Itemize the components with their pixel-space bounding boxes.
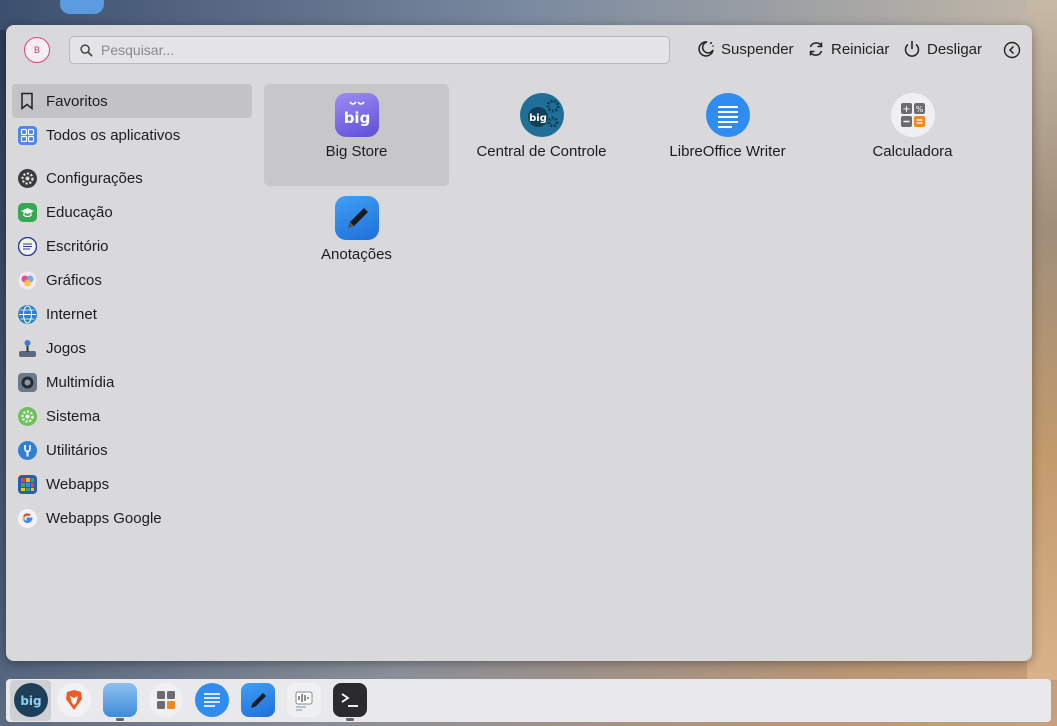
svg-text:big: big [529, 113, 547, 124]
google-icon [17, 508, 37, 528]
shutdown-button[interactable]: Desligar [903, 40, 982, 58]
taskbar: big [6, 679, 1051, 722]
notes-icon[interactable] [241, 683, 275, 717]
search-box[interactable] [69, 36, 670, 64]
file-manager-icon[interactable] [103, 683, 137, 717]
settings-icon [17, 168, 37, 188]
grid-icon [17, 125, 37, 145]
restart-button[interactable]: Reiniciar [807, 40, 889, 58]
app-tile-anotacoes[interactable]: Anotações [264, 187, 449, 289]
app-tile-central-de-controle[interactable]: big Central de Controle [449, 84, 634, 186]
application-menu: B Suspender Reiniciar [6, 25, 1032, 661]
sidebar-item-webapps[interactable]: Webapps [12, 467, 252, 501]
brave-browser-icon[interactable] [57, 683, 91, 717]
restart-label: Reiniciar [831, 40, 890, 58]
system-icon [17, 406, 37, 426]
big-launcher-icon[interactable]: big [14, 683, 48, 717]
internet-icon [17, 304, 37, 324]
app-tile-label: Big Store [325, 143, 388, 160]
sidebar-item-label: Webapps [46, 475, 110, 493]
terminal-icon[interactable] [333, 683, 367, 717]
app-tile-label: Calculadora [872, 143, 953, 160]
svg-text:%: % [915, 105, 923, 114]
sidebar-item-label: Jogos [46, 339, 87, 357]
calculator-icon: +% [890, 93, 935, 137]
sidebar-item-internet[interactable]: Internet [12, 297, 252, 331]
sidebar-item-todos[interactable]: Todos os aplicativos [12, 118, 252, 152]
menu-header: B Suspender Reiniciar [6, 25, 1032, 77]
sidebar-item-label: Escritório [46, 237, 109, 255]
app-tile-libreoffice-writer[interactable]: LibreOffice Writer [635, 84, 820, 186]
shutdown-label: Desligar [927, 40, 983, 58]
control-center-icon: big [519, 93, 564, 137]
search-input[interactable] [99, 41, 663, 59]
svg-text:big: big [343, 109, 370, 127]
sidebar-item-jogos[interactable]: Jogos [12, 331, 252, 365]
sidebar-item-utilitarios[interactable]: Utilitários [12, 433, 252, 467]
sidebar-item-label: Educação [46, 203, 113, 221]
user-avatar[interactable]: B [24, 37, 50, 63]
sidebar-item-educacao[interactable]: Educação [12, 195, 252, 229]
restart-icon [809, 42, 823, 56]
sidebar-item-configuracoes[interactable]: Configurações [12, 161, 252, 195]
multimedia-icon [17, 372, 37, 392]
sidebar-item-multimidia[interactable]: Multimídia [12, 365, 252, 399]
bookmark-icon [17, 91, 37, 111]
app-tile-big-store[interactable]: big Big Store [264, 84, 449, 186]
desktop-folder-icon[interactable] [60, 0, 104, 14]
suspend-label: Suspender [721, 40, 794, 58]
sidebar-item-escritorio[interactable]: Escritório [12, 229, 252, 263]
calculator-icon[interactable] [149, 683, 183, 717]
audio-recorder-icon[interactable] [287, 683, 321, 717]
sidebar-item-label: Sistema [46, 407, 101, 425]
writer-icon[interactable] [195, 683, 229, 717]
app-tile-label: Anotações [321, 246, 392, 263]
collapse-arrow-icon[interactable] [1003, 41, 1021, 59]
app-tile-label: Central de Controle [476, 143, 607, 160]
power-icon [904, 40, 920, 57]
office-icon [17, 236, 37, 256]
sidebar-item-label: Multimídia [46, 373, 115, 391]
education-icon [17, 202, 37, 222]
suspend-button[interactable]: Suspender [697, 40, 794, 58]
sidebar-item-label: Gráficos [46, 271, 102, 289]
svg-text:big: big [20, 694, 41, 708]
sidebar-item-label: Utilitários [46, 441, 108, 459]
svg-text:+: + [902, 104, 910, 115]
search-icon [80, 43, 93, 56]
games-icon [17, 338, 37, 358]
sidebar-item-favoritos[interactable]: Favoritos [12, 84, 252, 118]
utilities-icon [17, 440, 37, 460]
app-tile-calculadora[interactable]: +% Calculadora [820, 84, 1005, 186]
webapps-icon [17, 474, 37, 494]
sidebar-item-sistema[interactable]: Sistema [12, 399, 252, 433]
big-store-icon: big [334, 93, 379, 137]
sidebar-item-label: Webapps Google [46, 509, 162, 527]
libreoffice-writer-icon [705, 93, 750, 137]
sidebar-item-label: Todos os aplicativos [46, 126, 181, 144]
sidebar-item-label: Internet [46, 305, 97, 323]
notes-icon [334, 196, 379, 240]
sidebar-item-label: Favoritos [46, 92, 108, 110]
sidebar-item-label: Configurações [46, 169, 143, 187]
sidebar-item-webapps-google[interactable]: Webapps Google [12, 501, 252, 535]
sidebar-item-graficos[interactable]: Gráficos [12, 263, 252, 297]
moon-icon [698, 41, 714, 57]
app-tile-label: LibreOffice Writer [669, 143, 786, 160]
graphics-icon [17, 270, 37, 290]
